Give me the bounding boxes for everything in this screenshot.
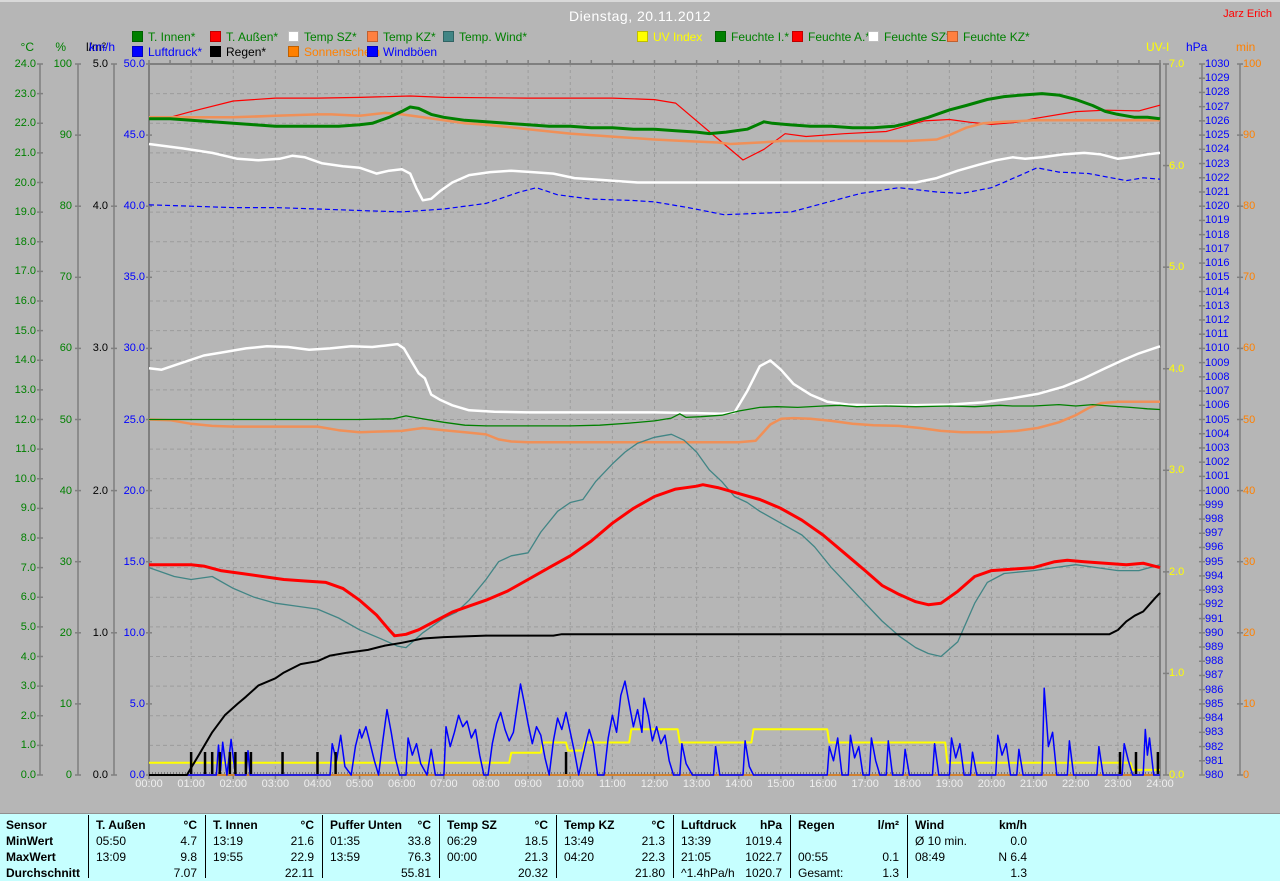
x-axis-label: 14:00 bbox=[724, 778, 753, 790]
table-header-unit: °C bbox=[534, 818, 548, 832]
x-axis-label: 12:00 bbox=[640, 778, 669, 790]
table-cell-value: 21.3 bbox=[524, 850, 548, 864]
x-axis-label: 09:00 bbox=[514, 778, 542, 790]
x-axis-label: 24:00 bbox=[1146, 778, 1174, 790]
chart-plot bbox=[37, 60, 1243, 779]
x-axis-label: 22:00 bbox=[1061, 778, 1090, 790]
x-axis-label: 21:00 bbox=[1019, 778, 1048, 790]
table-divider bbox=[205, 815, 206, 878]
table-cell-value: 1020.7 bbox=[745, 866, 782, 880]
table-row-label: Sensor bbox=[6, 818, 47, 832]
table-cell-value: 7.07 bbox=[173, 866, 197, 880]
table-cell-value: 33.8 bbox=[407, 834, 431, 848]
x-axis-label: 10:00 bbox=[556, 778, 585, 790]
x-axis-label: 03:00 bbox=[261, 778, 290, 790]
table-cell-value: 22.11 bbox=[284, 866, 314, 880]
x-axis-label: 23:00 bbox=[1104, 778, 1132, 790]
x-axis-label: 17:00 bbox=[851, 778, 879, 790]
table-cell-value: 1.3 bbox=[882, 866, 899, 880]
table-header-unit: l/m² bbox=[877, 818, 899, 832]
table-header-unit: hPa bbox=[759, 818, 782, 832]
x-axis-label: 13:00 bbox=[682, 778, 711, 790]
table-cell-value: 9.8 bbox=[180, 850, 197, 864]
table-divider bbox=[322, 815, 323, 878]
table-header-unit: °C bbox=[300, 818, 314, 832]
table-divider bbox=[907, 815, 908, 878]
table-cell-value: 21.80 bbox=[634, 866, 665, 880]
x-axis-label: 00:00 bbox=[135, 778, 163, 790]
table-divider bbox=[88, 815, 89, 878]
table-header-unit: °C bbox=[651, 818, 665, 832]
weather-chart-window: Dienstag, 20.11.2012 Jarz Erich T. Innen… bbox=[0, 0, 1280, 881]
table-cell-value: 4.7 bbox=[180, 834, 197, 848]
x-axis-label: 01:00 bbox=[177, 778, 205, 790]
summary-table: Sensor MinWert MaxWert Durchschnitt T. Außen… bbox=[0, 807, 1280, 881]
table-cell-value: 1019.4 bbox=[745, 834, 782, 848]
table-cell-value: 21.6 bbox=[290, 834, 314, 848]
table-divider bbox=[439, 815, 440, 878]
table-cell-value: 76.3 bbox=[407, 850, 431, 864]
table-cell-value: 0.1 bbox=[882, 850, 899, 864]
table-header-unit: °C bbox=[183, 818, 197, 832]
table-header-unit: °C bbox=[417, 818, 431, 832]
table-cell-value: 21.3 bbox=[641, 834, 665, 848]
x-axis-label: 08:00 bbox=[472, 778, 500, 790]
x-axis-label: 15:00 bbox=[767, 778, 795, 790]
x-axis-label: 19:00 bbox=[935, 778, 964, 790]
x-axis-label: 04:00 bbox=[303, 778, 332, 790]
table-header-unit: km/h bbox=[998, 818, 1027, 832]
table-cell-value: 55.81 bbox=[400, 866, 431, 880]
table-row-label: MinWert bbox=[6, 834, 54, 848]
table-cell-value: 22.9 bbox=[290, 850, 314, 864]
table-row-label: Durchschnitt bbox=[6, 866, 81, 880]
x-axis-label: 20:00 bbox=[977, 778, 1006, 790]
table-cell-value: 18.5 bbox=[524, 834, 548, 848]
x-axis-label: 05:00 bbox=[345, 778, 374, 790]
table-divider bbox=[790, 815, 791, 878]
x-axis-label: 16:00 bbox=[809, 778, 837, 790]
x-axis-label: 02:00 bbox=[219, 778, 248, 790]
table-row-label: MaxWert bbox=[6, 850, 56, 864]
x-axis-label: 18:00 bbox=[893, 778, 922, 790]
table-cell-value: 1.3 bbox=[1010, 866, 1027, 880]
table-cell-value: 0.0 bbox=[1010, 834, 1027, 848]
table-divider bbox=[673, 815, 674, 878]
series-line-t-au-en bbox=[149, 483, 1161, 638]
x-axis-label: 07:00 bbox=[430, 778, 458, 790]
x-axis-label: 11:00 bbox=[599, 778, 626, 790]
x-axis-label: 06:00 bbox=[387, 778, 416, 790]
table-divider bbox=[556, 815, 557, 878]
table-cell-value: 20.32 bbox=[517, 866, 548, 880]
table-cell-value: N 6.4 bbox=[998, 850, 1027, 864]
table-cell-value: 22.3 bbox=[641, 850, 665, 864]
table-cell-value: 1022.7 bbox=[745, 850, 782, 864]
